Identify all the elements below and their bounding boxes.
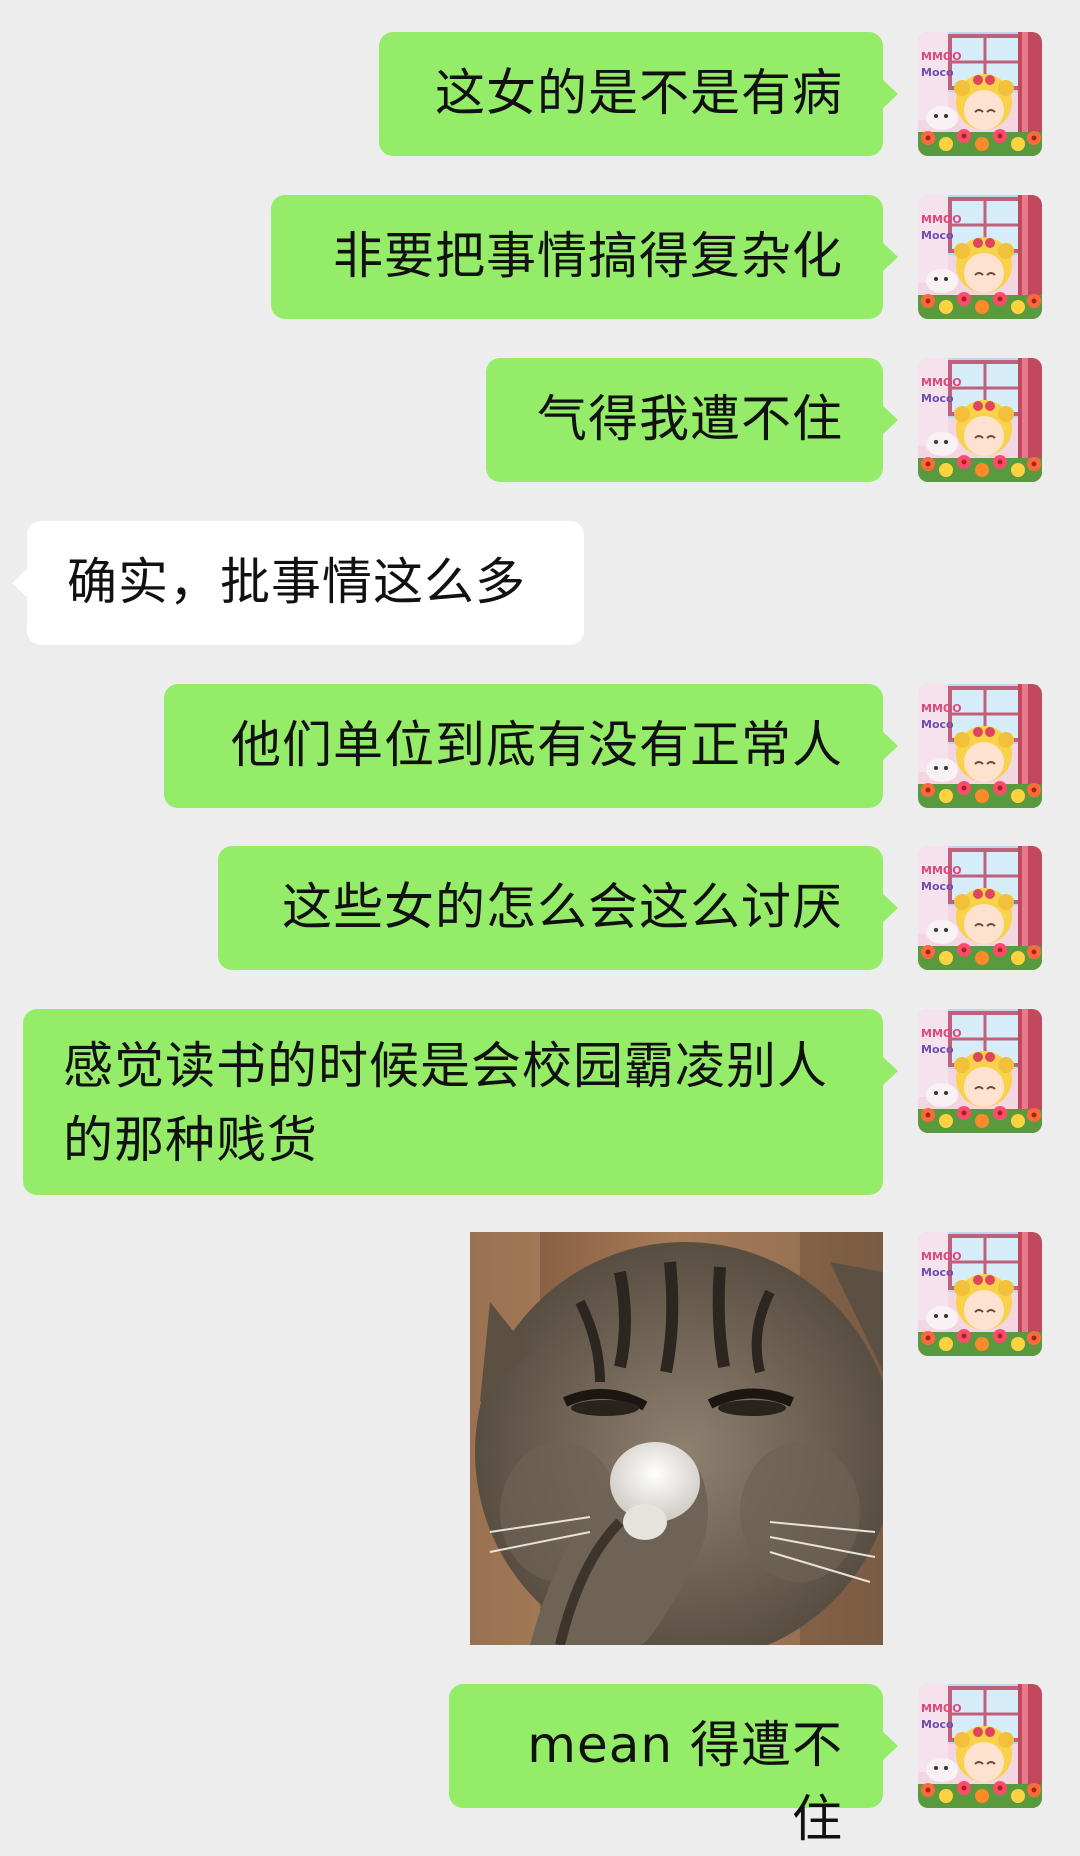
avatar-image	[918, 195, 1042, 319]
avatar[interactable]	[918, 32, 1042, 156]
message-text: 感觉读书的时候是会校园霸凌别人的那种贱货	[63, 1037, 828, 1169]
avatar[interactable]	[918, 846, 1042, 970]
avatar-image	[918, 32, 1042, 156]
cat-covering-nose-sticker[interactable]	[470, 1232, 883, 1645]
avatar-image	[918, 846, 1042, 970]
message-text: 确实，批事情这么多	[67, 553, 526, 611]
avatar-image	[918, 1232, 1042, 1356]
avatar[interactable]	[918, 1684, 1042, 1808]
message-bubble-outgoing[interactable]: 这些女的怎么会这么讨厌	[218, 846, 898, 970]
avatar[interactable]	[918, 684, 1042, 808]
message-text: 气得我遭不住	[537, 390, 843, 448]
message-text: 这些女的怎么会这么讨厌	[282, 878, 843, 936]
message-bubble-incoming[interactable]: 确实，批事情这么多	[12, 521, 584, 645]
avatar-image	[918, 1684, 1042, 1808]
message-bubble-outgoing[interactable]: 气得我遭不住	[486, 358, 898, 482]
message-bubble-outgoing[interactable]: 感觉读书的时候是会校园霸凌别人的那种贱货	[23, 1009, 898, 1195]
message-bubble-outgoing[interactable]: 非要把事情搞得复杂化	[271, 195, 898, 319]
sticker-image	[470, 1232, 883, 1645]
message-text: 他们单位到底有没有正常人	[231, 716, 843, 774]
avatar[interactable]	[918, 1009, 1042, 1133]
avatar-image	[918, 358, 1042, 482]
message-bubble-outgoing[interactable]: 他们单位到底有没有正常人	[164, 684, 898, 808]
avatar[interactable]	[918, 1232, 1042, 1356]
message-text: 这女的是不是有病	[435, 64, 843, 122]
message-bubble-outgoing[interactable]: 这女的是不是有病	[379, 32, 898, 156]
message-text: mean 得遭不住	[527, 1716, 843, 1848]
message-text: 非要把事情搞得复杂化	[333, 227, 843, 285]
avatar-image	[918, 684, 1042, 808]
avatar-image	[918, 1009, 1042, 1133]
message-bubble-outgoing[interactable]: mean 得遭不住	[449, 1684, 898, 1848]
avatar[interactable]	[918, 358, 1042, 482]
chat-area[interactable]: 这女的是不是有病 非要把事情搞得复杂化 气得我遭不住 确实，批事情这么多 他们单…	[0, 0, 1080, 1848]
avatar[interactable]	[918, 195, 1042, 319]
